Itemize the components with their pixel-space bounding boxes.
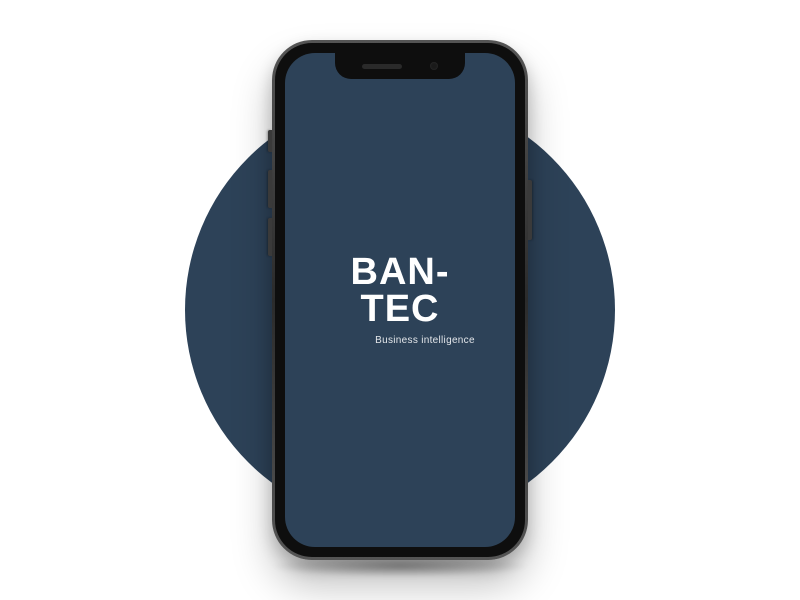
mute-switch-icon [268, 130, 272, 152]
phone-mockup: BAN- TEC Business intelligence [272, 40, 528, 560]
speaker-icon [362, 64, 402, 69]
power-button-icon [528, 180, 532, 240]
brand-tagline: Business intelligence [325, 335, 475, 346]
mockup-stage: BAN- TEC Business intelligence [0, 0, 800, 600]
volume-up-button-icon [268, 170, 272, 208]
front-camera-icon [430, 62, 438, 70]
volume-down-button-icon [268, 218, 272, 256]
phone-bezel: BAN- TEC Business intelligence [275, 43, 525, 557]
phone-screen[interactable]: BAN- TEC Business intelligence [285, 53, 515, 547]
brand-line-2: TEC [360, 288, 439, 330]
phone-notch [335, 53, 465, 79]
brand-logo-text: BAN- TEC [351, 254, 450, 326]
app-splash-screen: BAN- TEC Business intelligence [285, 53, 515, 547]
